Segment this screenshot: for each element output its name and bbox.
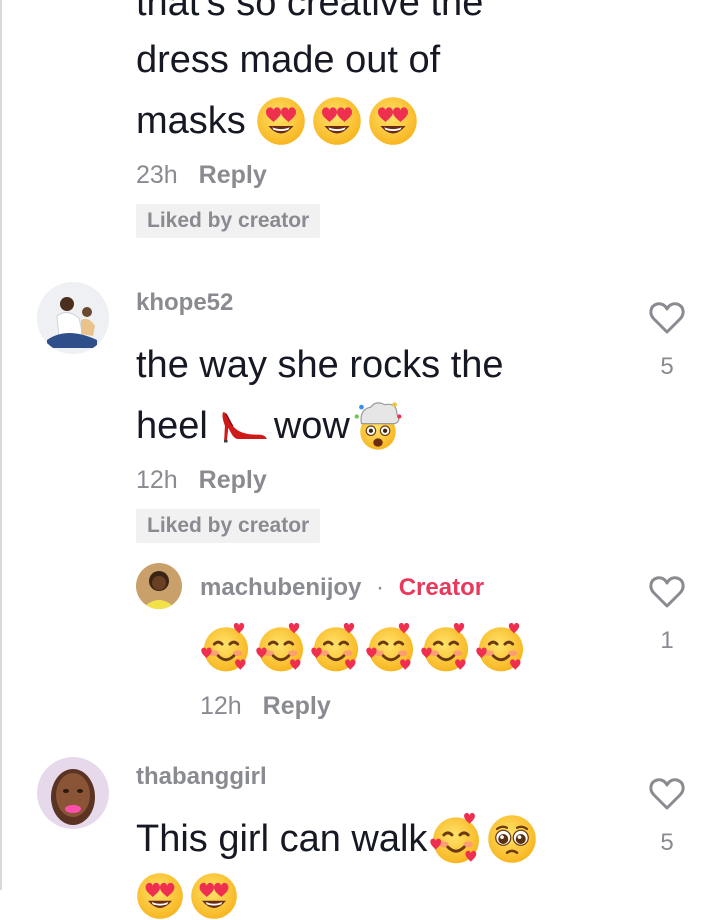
reply-emoji-row [200, 622, 527, 674]
heart-outline-icon[interactable] [647, 572, 687, 617]
heart-outline-icon[interactable] [647, 774, 687, 819]
creator-label: Creator [398, 574, 485, 601]
heart-outline-icon[interactable] [647, 298, 687, 343]
avatar[interactable] [37, 757, 109, 829]
like-count: 1 [660, 627, 674, 654]
comment-timestamp: 12h [136, 466, 178, 494]
smiling-hearts-emoji [255, 622, 307, 674]
smiling-hearts-emoji [365, 622, 417, 674]
liked-by-creator-badge: Liked by creator [136, 204, 321, 238]
comment-username[interactable]: thabanggirl [136, 763, 267, 791]
like-control[interactable]: 5 [642, 774, 692, 857]
avatar[interactable] [136, 563, 182, 609]
smiling-hearts-emoji [200, 622, 252, 674]
exploding-head-emoji [352, 400, 404, 452]
comment-text-line: that's so creative the [136, 0, 484, 24]
comment-text-line: heel wow [136, 400, 404, 452]
reply-meta: 12h Reply [200, 692, 331, 721]
avatar[interactable] [37, 282, 109, 354]
like-control[interactable]: 1 [642, 572, 692, 655]
smiling-hearts-emoji [429, 812, 483, 866]
pleading-face-emoji [487, 814, 537, 864]
heart-eyes-emoji [312, 96, 362, 146]
reply-timestamp: 12h [200, 692, 242, 720]
reply-button[interactable]: Reply [199, 161, 267, 189]
comment-text-line: masks [136, 96, 418, 146]
like-count: 5 [660, 829, 674, 856]
smiling-hearts-emoji [420, 622, 472, 674]
comment-timestamp: 23h [136, 161, 178, 189]
comment-text-line: This girl can walk [136, 812, 537, 866]
high-heel-emoji [218, 404, 270, 448]
comment-text-line: the way she rocks the [136, 344, 504, 386]
emoji-cutoff [136, 872, 184, 920]
reply-username[interactable]: machubenijoy [200, 574, 361, 601]
comment-username[interactable]: khope52 [136, 289, 233, 317]
reply-button[interactable]: Reply [199, 466, 267, 494]
comment-meta: 23h Reply [136, 161, 267, 190]
liked-by-creator-badge: Liked by creator [136, 509, 321, 543]
emoji-cutoff [190, 872, 238, 920]
comment-text-line: dress made out of [136, 39, 441, 81]
reply-button[interactable]: Reply [263, 692, 331, 720]
heart-eyes-emoji [256, 96, 306, 146]
smiling-hearts-emoji [475, 622, 527, 674]
reply-header: machubenijoy · Creator [200, 574, 485, 601]
like-control[interactable]: 5 [642, 298, 692, 381]
like-count: 5 [660, 353, 674, 380]
smiling-hearts-emoji [310, 622, 362, 674]
comment-text-overflow [136, 872, 238, 920]
heart-eyes-emoji [368, 96, 418, 146]
comment-meta: 12h Reply [136, 466, 267, 495]
left-edge-divider [0, 0, 2, 890]
